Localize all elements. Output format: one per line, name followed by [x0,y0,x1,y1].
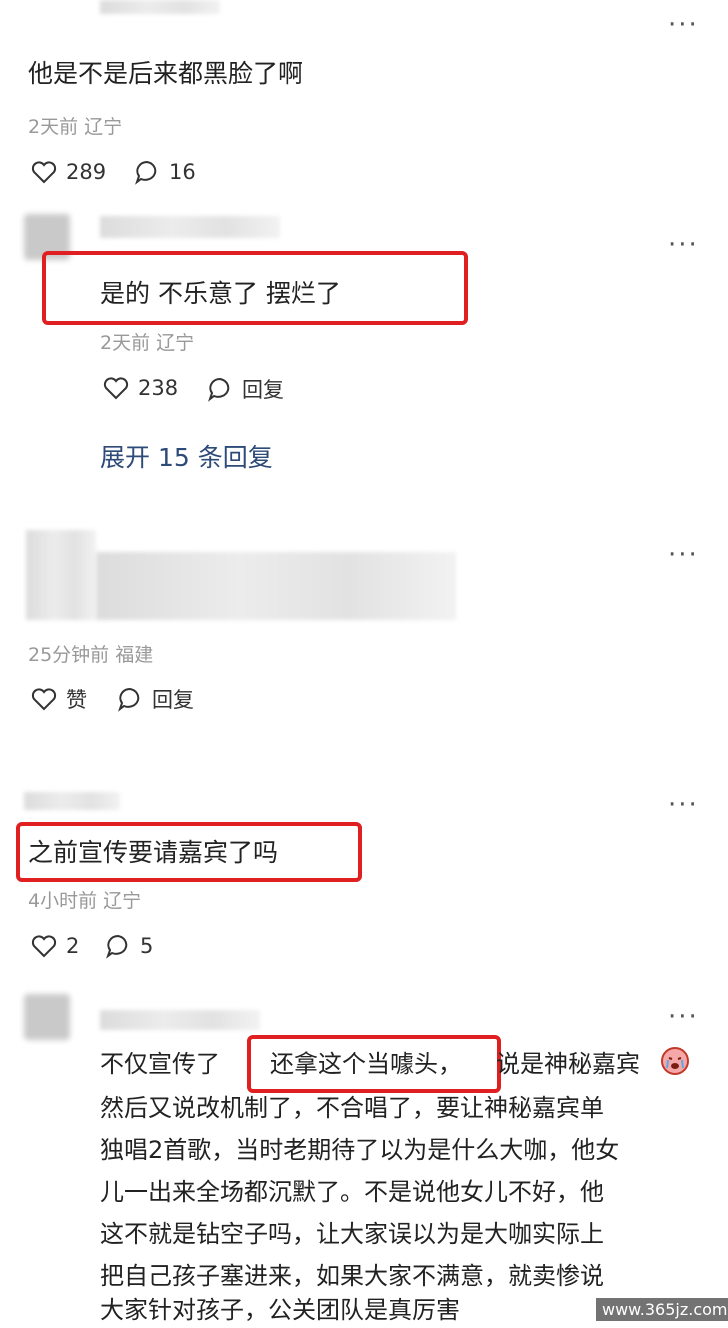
heart-icon [102,374,130,402]
comment-text-line: 把自己孩子塞进来，如果大家不满意，就卖惨说 [100,1262,604,1290]
comment-text-line: 不仅宣传了 [100,1050,220,1078]
comment-text-line: 儿一出来全场都沉默了。不是说他女儿不好，他 [100,1178,604,1206]
comment-bubble-icon [133,158,161,186]
comment-meta: 2天前 辽宁 [100,332,195,354]
comment-text-line: 说是神秘嘉宾 [496,1050,640,1078]
like-count: 2 [66,934,80,958]
like-button[interactable]: 赞 [30,684,87,714]
username-blurred [24,792,120,810]
reply-count: 16 [169,160,196,184]
reply-button[interactable]: 回复 [116,684,194,714]
username-blurred [100,1010,260,1030]
comment-text-line: 独唱2首歌，当时老期待了以为是什么大咖，他女 [100,1136,620,1164]
more-options-icon[interactable]: ··· [668,792,699,818]
reply-label: 回复 [242,378,284,402]
reply-count-button[interactable]: 16 [133,158,196,186]
watermark: www.365jz.com [596,1298,728,1321]
heart-icon [30,685,58,713]
like-button[interactable]: 2 [30,932,79,960]
more-options-icon[interactable]: ··· [668,12,699,38]
comment-bubble-icon [104,932,132,960]
comment-text-highlighted: 还拿这个当噱头， [270,1050,462,1078]
reply-count: 5 [140,934,154,958]
comment-text-line: 这不就是钻空子吗，让大家误以为是大咖实际上 [100,1220,604,1248]
like-button[interactable]: 238 [102,374,178,402]
more-options-icon[interactable]: ··· [668,542,699,568]
blurred-content [96,552,456,620]
comment-meta: 2天前 辽宁 [28,116,123,138]
avatar[interactable] [24,994,70,1040]
comment-text: 是的 不乐意了 摆烂了 [100,279,341,308]
like-count: 238 [138,376,179,400]
blurred-content [26,530,96,620]
comment-meta: 4小时前 辽宁 [28,890,142,912]
comment-text-line: 然后又说改机制了，不合唱了，要让神秘嘉宾单 [100,1094,604,1122]
reply-button[interactable]: 回复 [206,374,284,404]
comment-meta: 25分钟前 福建 [28,644,154,666]
like-count: 289 [66,160,107,184]
heart-icon [30,932,58,960]
comment-text-line: 大家针对孩子，公关团队是真厉害 [100,1296,460,1324]
reply-count-button[interactable]: 5 [104,932,153,960]
comment-text: 之前宣传要请嘉宾了吗 [28,838,279,867]
crying-emoji-icon [660,1046,690,1076]
expand-replies-link[interactable]: 展开 15 条回复 [100,438,273,474]
like-label: 赞 [66,688,87,712]
comment-text: 他是不是后来都黑脸了啊 [28,59,304,88]
username-blurred [100,0,220,14]
more-options-icon[interactable]: ··· [668,1004,699,1030]
more-options-icon[interactable]: ··· [668,232,699,258]
comment-bubble-icon [116,685,144,713]
like-button[interactable]: 289 [30,158,106,186]
reply-label: 回复 [152,688,194,712]
comment-bubble-icon [206,375,234,403]
username-blurred [100,216,280,238]
heart-icon [30,158,58,186]
